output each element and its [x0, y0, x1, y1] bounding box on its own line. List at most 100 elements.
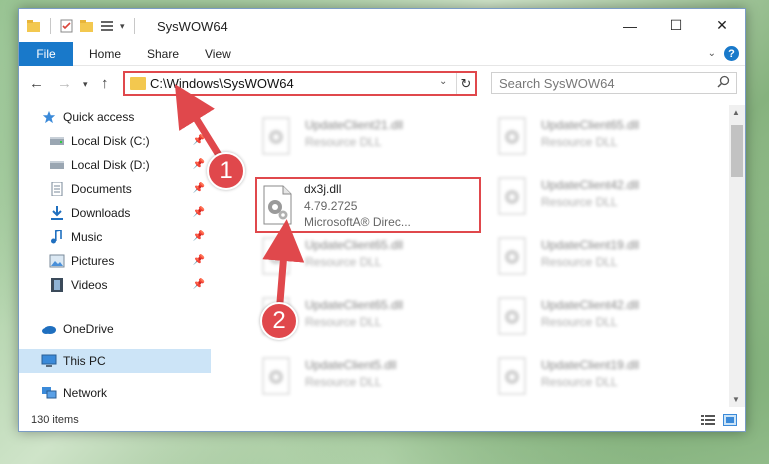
minimize-button[interactable]: —	[607, 9, 653, 42]
maximize-button[interactable]: ☐	[653, 9, 699, 42]
sidebar-item-network[interactable]: Network	[19, 381, 211, 405]
sidebar-item-music[interactable]: Music 📌	[19, 225, 211, 249]
dll-file-icon	[498, 357, 526, 395]
step-1-badge: 1	[207, 152, 245, 190]
sidebar-item-this-pc[interactable]: This PC	[19, 349, 211, 373]
status-bar: 130 items	[19, 409, 745, 431]
sidebar-item-label: Local Disk (C:)	[71, 134, 150, 148]
sidebar-item-downloads[interactable]: Downloads 📌	[19, 201, 211, 225]
pin-icon[interactable]: 📌	[193, 207, 205, 218]
pictures-icon	[49, 254, 65, 268]
file-name: UpdateClient19.dll	[541, 358, 640, 372]
sidebar-item-videos[interactable]: Videos 📌	[19, 273, 211, 297]
quick-access-toolbar: ▾	[27, 18, 138, 34]
list-item[interactable]: UpdateClient5.dll Resource DLL	[257, 353, 487, 403]
pin-icon[interactable]: 📌	[193, 279, 205, 290]
scroll-up-icon[interactable]: ▲	[732, 108, 740, 117]
search-icon[interactable]	[717, 75, 730, 88]
pin-icon[interactable]: 📌	[193, 231, 205, 242]
file-description: Resource DLL	[305, 135, 382, 149]
search-input[interactable]: Search SysWOW64	[499, 76, 615, 91]
search-box[interactable]: Search SysWOW64	[491, 72, 737, 94]
close-button[interactable]: ✕	[699, 9, 745, 42]
back-arrow-icon[interactable]: ←	[29, 75, 44, 92]
scrollbar-thumb[interactable]	[731, 125, 743, 177]
properties-icon[interactable]	[60, 19, 74, 33]
sidebar-item-pictures[interactable]: Pictures 📌	[19, 249, 211, 273]
drive-icon	[50, 161, 64, 169]
vertical-scrollbar[interactable]: ▲ ▼	[729, 105, 745, 407]
sidebar-item-label: Music	[71, 230, 103, 244]
list-item[interactable]: UpdateClient42.dll Resource DLL	[493, 293, 723, 343]
pin-icon[interactable]: 📌	[193, 159, 205, 170]
music-icon	[51, 230, 62, 244]
drive-icon	[50, 137, 64, 145]
pin-icon[interactable]: 📌	[193, 255, 205, 266]
list-item[interactable]: UpdateClient19.dll Resource DLL	[493, 353, 723, 403]
sidebar-item-documents[interactable]: Documents 📌	[19, 177, 211, 201]
sidebar-item-label: This PC	[63, 354, 106, 368]
highlighted-file-item[interactable]: dx3j.dll 4.79.2725 MicrosoftA® Direc...	[255, 177, 481, 233]
file-name: UpdateClient65.dll	[305, 238, 404, 252]
list-item[interactable]: UpdateClient42.dll Resource DLL	[493, 173, 723, 223]
dll-file-icon	[262, 117, 290, 155]
sidebar-item-quick-access[interactable]: Quick access	[19, 105, 211, 129]
chevron-down-icon[interactable]: ⌄	[439, 76, 447, 87]
scroll-down-icon[interactable]: ▼	[732, 395, 740, 404]
pin-icon[interactable]: 📌	[193, 183, 205, 194]
step-2-badge: 2	[260, 302, 298, 340]
forward-arrow-icon[interactable]: →	[57, 75, 72, 92]
sidebar-item-label: OneDrive	[63, 322, 114, 336]
file-name: UpdateClient19.dll	[541, 238, 640, 252]
file-name: dx3j.dll	[304, 182, 342, 196]
sidebar-item-onedrive[interactable]: OneDrive	[19, 317, 211, 341]
sidebar-item-local-disk-d[interactable]: Local Disk (D:) 📌	[19, 153, 211, 177]
title-bar: ▾ SysWOW64 — ☐ ✕	[19, 9, 745, 42]
dll-file-icon	[262, 357, 290, 395]
documents-icon	[51, 182, 63, 196]
item-count: 130 items	[31, 414, 79, 426]
file-description: Resource DLL	[305, 375, 382, 389]
help-icon[interactable]: ?	[724, 46, 739, 61]
tab-share[interactable]: Share	[147, 47, 179, 61]
refresh-icon[interactable]: ↻	[456, 73, 475, 94]
file-version: 4.79.2725	[304, 199, 358, 213]
file-name: UpdateClient21.dll	[305, 118, 404, 132]
recent-locations-icon[interactable]: ▾	[83, 79, 88, 90]
network-icon	[42, 387, 57, 399]
toolbar-separator	[133, 18, 135, 34]
tab-file[interactable]: File	[19, 42, 73, 66]
ribbon-tabs: File Home Share View ⌄ ?	[19, 42, 745, 66]
navigation-bar: ← → ▾ ↑ C:\Windows\SysWOW64 ⌄ ↻ Search S…	[19, 67, 745, 101]
tab-view[interactable]: View	[205, 47, 231, 61]
file-name: UpdateClient5.dll	[305, 358, 397, 372]
sidebar-item-label: Videos	[71, 278, 108, 292]
file-name: UpdateClient42.dll	[541, 298, 640, 312]
tab-home[interactable]: Home	[89, 47, 121, 61]
expand-ribbon-icon[interactable]: ⌄	[708, 48, 716, 59]
details-view-icon[interactable]	[701, 414, 715, 426]
up-arrow-icon[interactable]: ↑	[101, 75, 109, 92]
file-name: UpdateClient42.dll	[541, 178, 640, 192]
cloud-icon	[42, 326, 56, 334]
folder-icon	[130, 77, 146, 90]
file-description: Resource DLL	[541, 315, 618, 329]
new-folder-icon[interactable]	[80, 19, 94, 33]
folder-icon[interactable]	[27, 19, 41, 33]
file-description: Resource DLL	[541, 135, 618, 149]
list-item[interactable]: UpdateClient21.dll Resource DLL	[257, 113, 487, 163]
list-item[interactable]: UpdateClient65.dll Resource DLL	[493, 113, 723, 163]
ribbon-right-controls: ⌄ ?	[708, 46, 739, 61]
list-item[interactable]: UpdateClient19.dll Resource DLL	[493, 233, 723, 283]
customize-toolbar-icon[interactable]	[100, 19, 114, 33]
sidebar-item-local-disk-c[interactable]: Local Disk (C:) 📌	[19, 129, 211, 153]
sidebar-item-label: Downloads	[71, 206, 131, 220]
chevron-down-icon[interactable]: ▾	[120, 21, 125, 32]
file-description: Resource DLL	[541, 255, 618, 269]
dll-file-icon	[498, 177, 526, 215]
pin-icon[interactable]: 📌	[193, 135, 205, 146]
address-path[interactable]: C:\Windows\SysWOW64	[150, 76, 294, 91]
address-bar[interactable]: C:\Windows\SysWOW64 ⌄ ↻	[123, 71, 477, 96]
list-item[interactable]: UpdateClient65.dll Resource DLL	[257, 233, 487, 283]
large-icons-view-icon[interactable]	[723, 414, 737, 426]
